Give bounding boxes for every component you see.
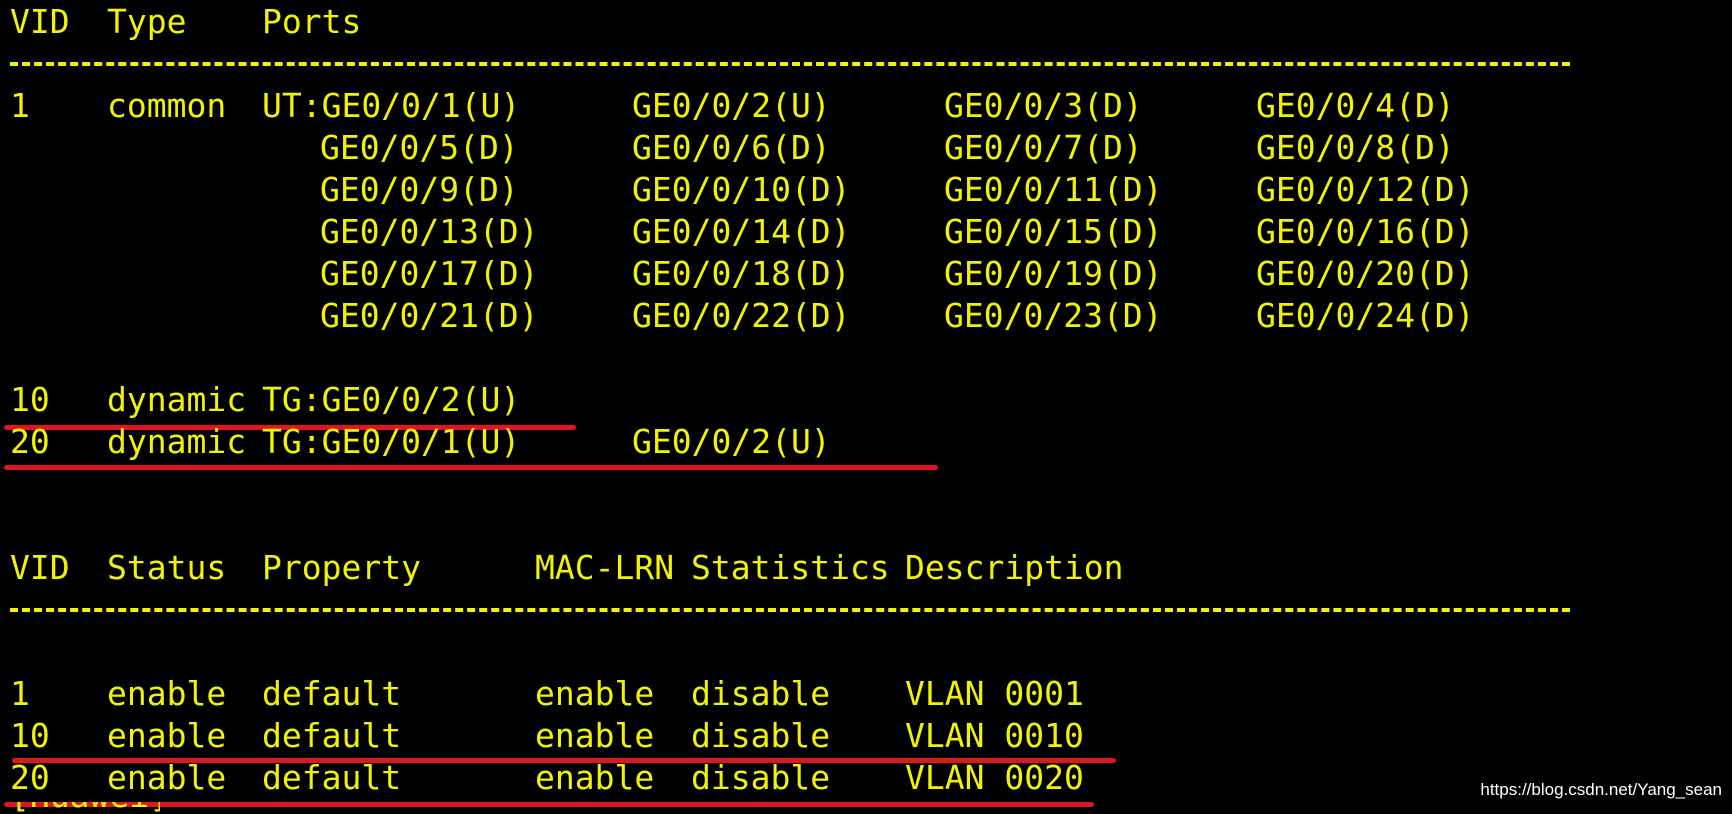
header-description: Description [905, 548, 1124, 587]
row-description: VLAN 0010 [905, 716, 1084, 755]
row-port: GE0/0/10(D) [632, 170, 851, 209]
row-port: GE0/0/16(D) [1256, 212, 1475, 251]
terminal-window[interactable]: VID Type Ports 1 common UT:GE0/0/1(U) GE… [0, 0, 1732, 814]
row-port: TG:GE0/0/1(U) [262, 422, 521, 461]
row-vid: 20 [10, 422, 50, 461]
row-port: GE0/0/8(D) [1256, 128, 1455, 167]
row-type: dynamic [107, 380, 247, 419]
row-description: VLAN 0001 [905, 674, 1084, 713]
row-port: GE0/0/22(D) [632, 296, 851, 335]
row-statistics: disable [691, 716, 831, 755]
row-port: GE0/0/3(D) [944, 86, 1143, 125]
row-port: GE0/0/15(D) [944, 212, 1163, 251]
row-port: GE0/0/17(D) [320, 254, 539, 293]
row-description: VLAN 0020 [905, 758, 1084, 797]
row-status: enable [107, 716, 227, 755]
row-property: default [262, 674, 402, 713]
table-row: GE0/0/21(D) GE0/0/22(D) GE0/0/23(D) GE0/… [0, 296, 1732, 336]
header-vid: VID [10, 548, 70, 587]
table-row: 10 dynamic TG:GE0/0/2(U) [0, 380, 1732, 420]
header-mac-lrn: MAC-LRN [535, 548, 675, 587]
row-mac-lrn: enable [535, 716, 655, 755]
row-port: GE0/0/14(D) [632, 212, 851, 251]
row-vid: 1 [10, 674, 30, 713]
table-row: 1 enable default enable disable VLAN 000… [0, 674, 1732, 714]
row-mac-lrn: enable [535, 758, 655, 797]
row-status: enable [107, 758, 227, 797]
header-ports: Ports [262, 2, 362, 41]
row-type: common [107, 86, 227, 125]
row-statistics: disable [691, 758, 831, 797]
table-row: GE0/0/9(D) GE0/0/10(D) GE0/0/11(D) GE0/0… [0, 170, 1732, 210]
row-mac-lrn: enable [535, 674, 655, 713]
highlight-underline [4, 802, 1094, 807]
row-vid: 10 [10, 380, 50, 419]
row-port: GE0/0/18(D) [632, 254, 851, 293]
row-port: GE0/0/4(D) [1256, 86, 1455, 125]
table-row: 20 enable default enable disable VLAN 00… [0, 758, 1732, 798]
table-row: GE0/0/5(D) GE0/0/6(D) GE0/0/7(D) GE0/0/8… [0, 128, 1732, 168]
row-vid: 10 [10, 716, 50, 755]
row-port: GE0/0/7(D) [944, 128, 1143, 167]
row-port: GE0/0/19(D) [944, 254, 1163, 293]
row-statistics: disable [691, 674, 831, 713]
vlan-status-table-header: VID Status Property MAC-LRN Statistics D… [0, 548, 1732, 588]
row-port: UT:GE0/0/1(U) [262, 86, 521, 125]
table-row: 10 enable default enable disable VLAN 00… [0, 716, 1732, 756]
header-separator [10, 608, 1570, 612]
row-port: GE0/0/5(D) [320, 128, 519, 167]
row-port: TG:GE0/0/2(U) [262, 380, 521, 419]
table-row: 1 common UT:GE0/0/1(U) GE0/0/2(U) GE0/0/… [0, 86, 1732, 126]
row-port: GE0/0/6(D) [632, 128, 831, 167]
row-port: GE0/0/2(U) [632, 86, 831, 125]
row-port: GE0/0/11(D) [944, 170, 1163, 209]
header-separator [10, 62, 1570, 66]
table-row: GE0/0/13(D) GE0/0/14(D) GE0/0/15(D) GE0/… [0, 212, 1732, 252]
header-status: Status [107, 548, 227, 587]
header-type: Type [107, 2, 187, 41]
highlight-underline [4, 465, 938, 470]
row-port: GE0/0/23(D) [944, 296, 1163, 335]
row-vid: 1 [10, 86, 30, 125]
prompt-text: [Huawei] [10, 802, 160, 814]
row-vid: 20 [10, 758, 50, 797]
row-property: default [262, 716, 402, 755]
row-port: GE0/0/20(D) [1256, 254, 1475, 293]
row-port: GE0/0/21(D) [320, 296, 539, 335]
row-port: GE0/0/2(U) [632, 422, 831, 461]
header-vid: VID [10, 2, 70, 41]
watermark-text: https://blog.csdn.net/Yang_sean [1480, 780, 1722, 799]
table-row: 20 dynamic TG:GE0/0/1(U) GE0/0/2(U) [0, 422, 1732, 462]
table-row: GE0/0/17(D) GE0/0/18(D) GE0/0/19(D) GE0/… [0, 254, 1732, 294]
row-port: GE0/0/9(D) [320, 170, 519, 209]
vlan-port-table-header: VID Type Ports [0, 2, 1732, 42]
row-port: GE0/0/13(D) [320, 212, 539, 251]
row-port: GE0/0/24(D) [1256, 296, 1475, 335]
header-statistics: Statistics [691, 548, 890, 587]
row-property: default [262, 758, 402, 797]
command-prompt: [Huawei] [10, 802, 160, 814]
row-port: GE0/0/12(D) [1256, 170, 1475, 209]
row-type: dynamic [107, 422, 247, 461]
header-property: Property [262, 548, 421, 587]
row-status: enable [107, 674, 227, 713]
